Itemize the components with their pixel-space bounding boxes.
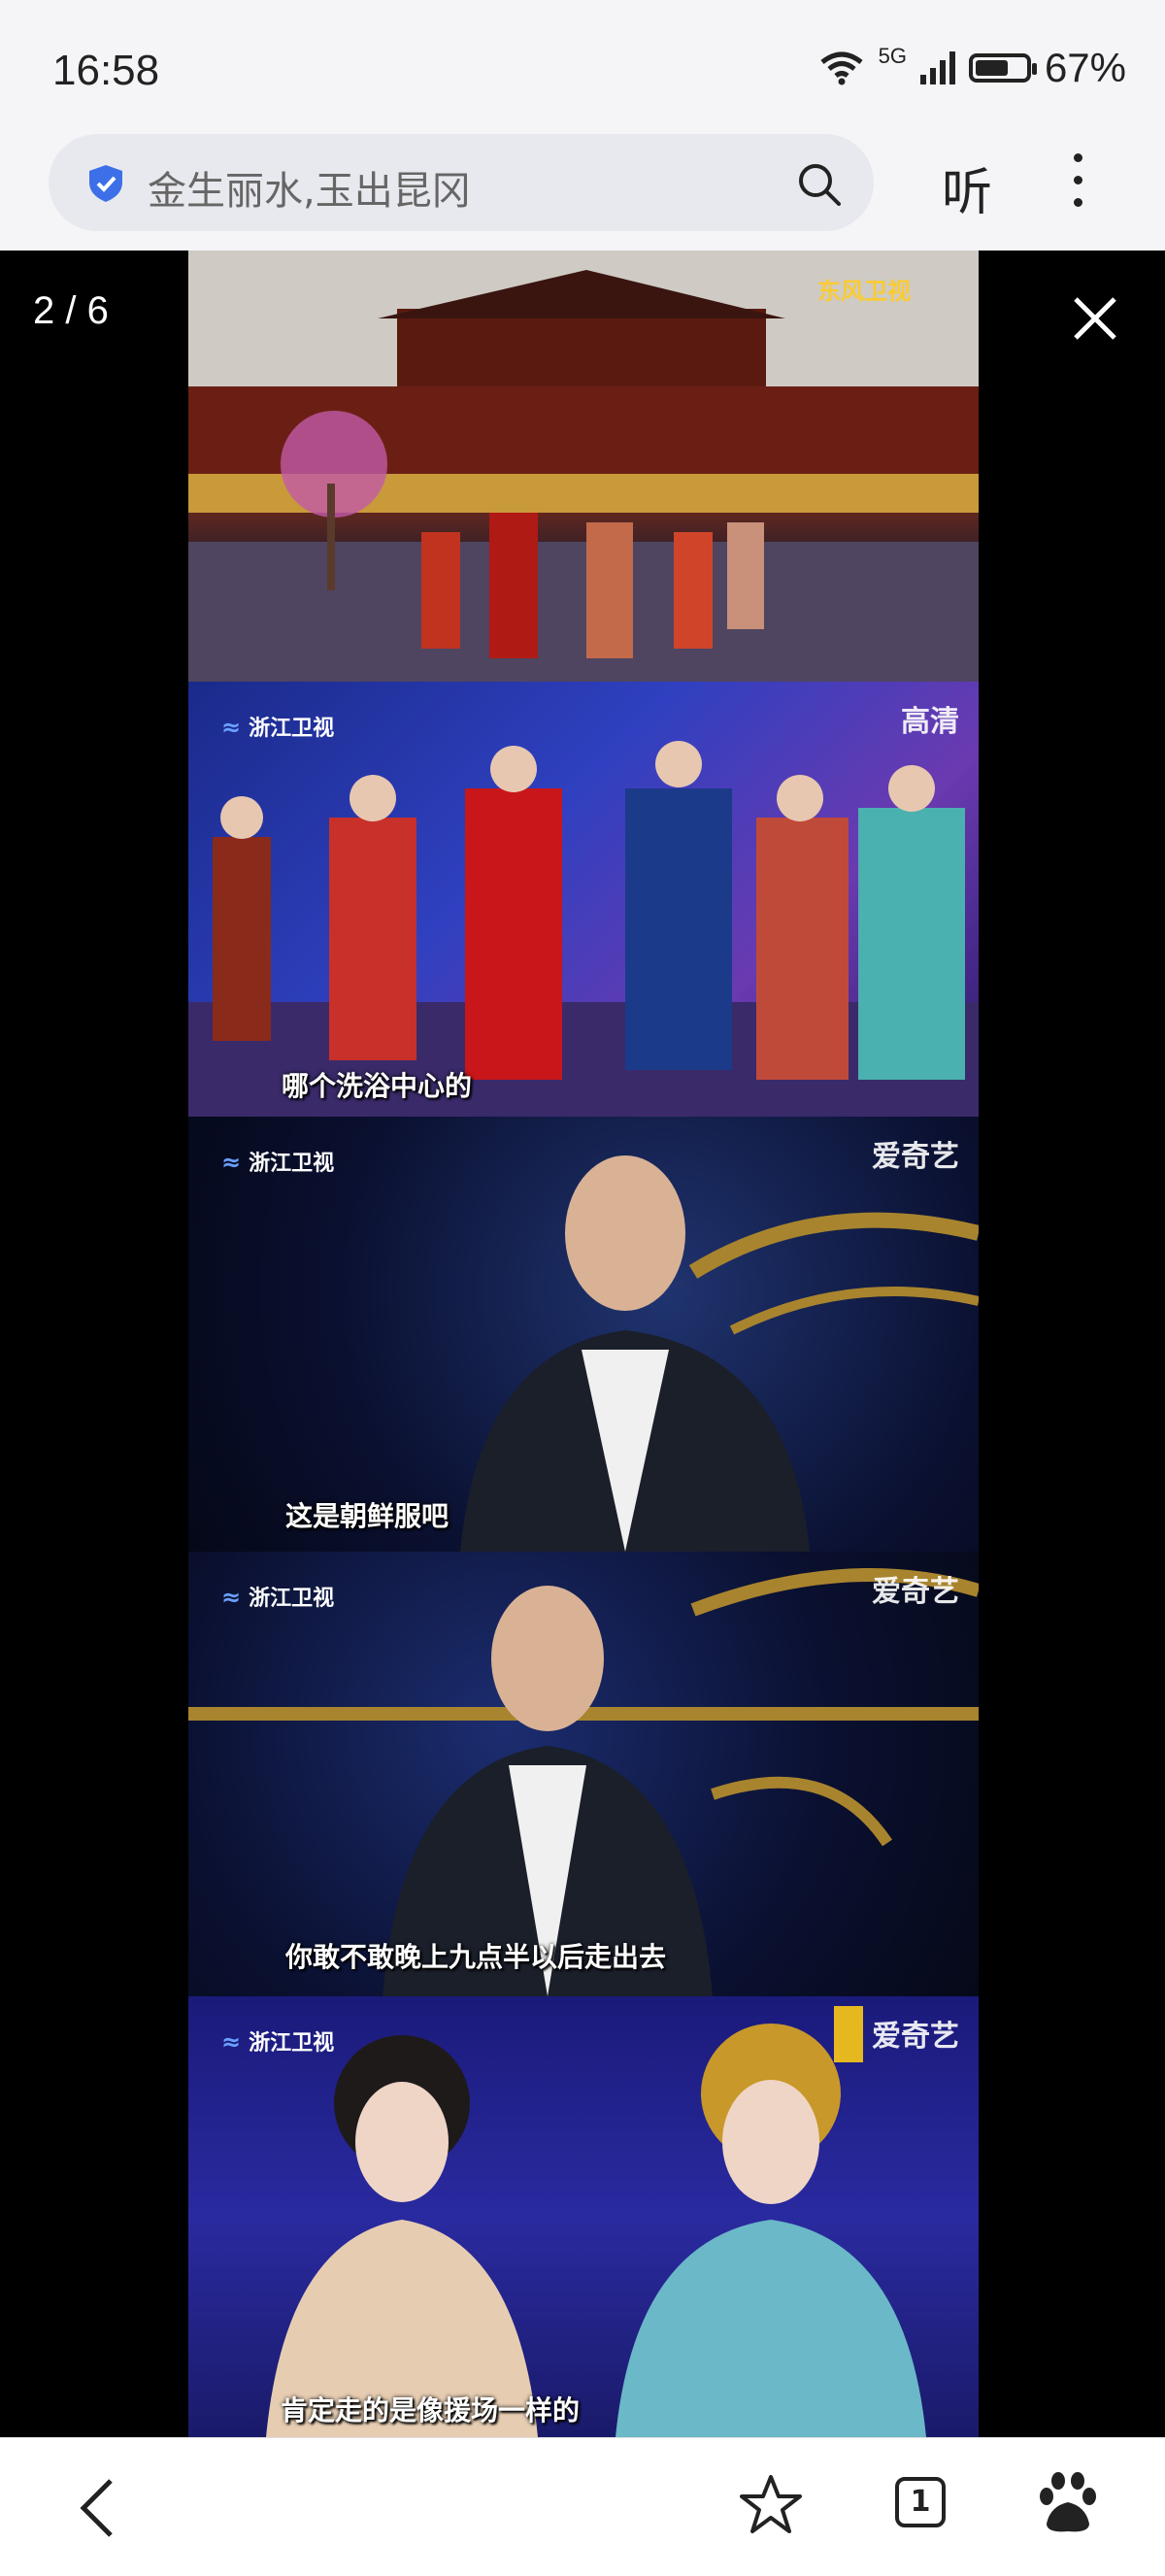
panel-4-watermark: 爱奇艺	[872, 1575, 959, 1609]
image-panel-1: 东风卫视	[188, 251, 979, 682]
image-panel-5: 浙江卫视 爱奇艺 肯定走的是像援场一样的	[188, 1996, 979, 2437]
status-bar: 16:58 5G 67%	[0, 0, 1165, 136]
baidu-icon[interactable]	[1037, 2469, 1099, 2535]
address-bar: 金生丽水,玉出昆冈 听	[0, 117, 1165, 251]
costume-lineup	[188, 741, 979, 1117]
panel-3-caption: 这是朝鲜服吧	[285, 1500, 449, 1532]
image-panel-2: 浙江卫视 高清 哪个洗浴中心的	[188, 682, 979, 1117]
panel-3-logo: 浙江卫视	[221, 1146, 334, 1177]
bottom-nav: 1	[0, 2437, 1165, 2576]
star-icon[interactable]	[740, 2473, 802, 2535]
panel-5-logo: 浙江卫视	[221, 2025, 334, 2057]
battery-percent: 67%	[1044, 45, 1126, 90]
panel-3-watermark: 爱奇艺	[872, 1140, 959, 1174]
close-icon[interactable]	[1068, 291, 1122, 346]
tabs-count: 1	[910, 2485, 931, 2519]
clock: 16:58	[52, 47, 160, 94]
panel-2-watermark: 高清	[901, 705, 959, 739]
shield-icon	[89, 165, 122, 202]
panel-2-caption: 哪个洗浴中心的	[282, 1070, 473, 1102]
image-panel-3: 浙江卫视 爱奇艺 这是朝鲜服吧	[188, 1117, 979, 1552]
panel-1-watermark: 东风卫视	[817, 278, 911, 305]
search-icon[interactable]	[796, 161, 843, 208]
signal-icon	[919, 51, 955, 84]
stage-scene	[188, 251, 979, 682]
actresses-shot	[266, 2006, 926, 2437]
tabs-icon[interactable]: 1	[895, 2477, 946, 2527]
network-type: 5G	[878, 44, 907, 68]
wifi-icon	[820, 51, 863, 85]
back-icon[interactable]	[74, 2477, 122, 2539]
search-query[interactable]: 金生丽水,玉出昆冈	[148, 159, 471, 216]
battery-icon	[968, 53, 1037, 83]
more-icon[interactable]	[1068, 153, 1087, 216]
panel-5-caption: 肯定走的是像援场一样的	[281, 2394, 581, 2426]
image-counter: 2 / 6	[33, 289, 109, 332]
search-box[interactable]: 金生丽水,玉出昆冈	[49, 134, 874, 231]
system-indicators: 5G 67%	[818, 44, 1126, 91]
panel-4-caption: 你敢不敢晚上九点半以后走出去	[285, 1941, 667, 1973]
host-shot-1	[460, 1155, 979, 1552]
image-panel-4: 浙江卫视 爱奇艺 你敢不敢晚上九点半以后走出去	[188, 1552, 979, 1996]
panel-5-watermark: 爱奇艺	[872, 2020, 959, 2054]
long-image[interactable]: 东风卫视 浙江卫视 高清 哪个洗浴中心的	[188, 251, 979, 2437]
host-shot-2	[188, 1568, 979, 1996]
listen-button[interactable]: 听	[942, 151, 992, 224]
panel-4-logo: 浙江卫视	[221, 1581, 334, 1612]
panel-2-logo: 浙江卫视	[221, 711, 334, 742]
image-viewer: 2 / 6 东风卫视 ≈ 浙江卫视 高清 哪个洗浴中心的 ≈ 浙江卫视 爱奇艺 …	[0, 251, 1165, 2437]
